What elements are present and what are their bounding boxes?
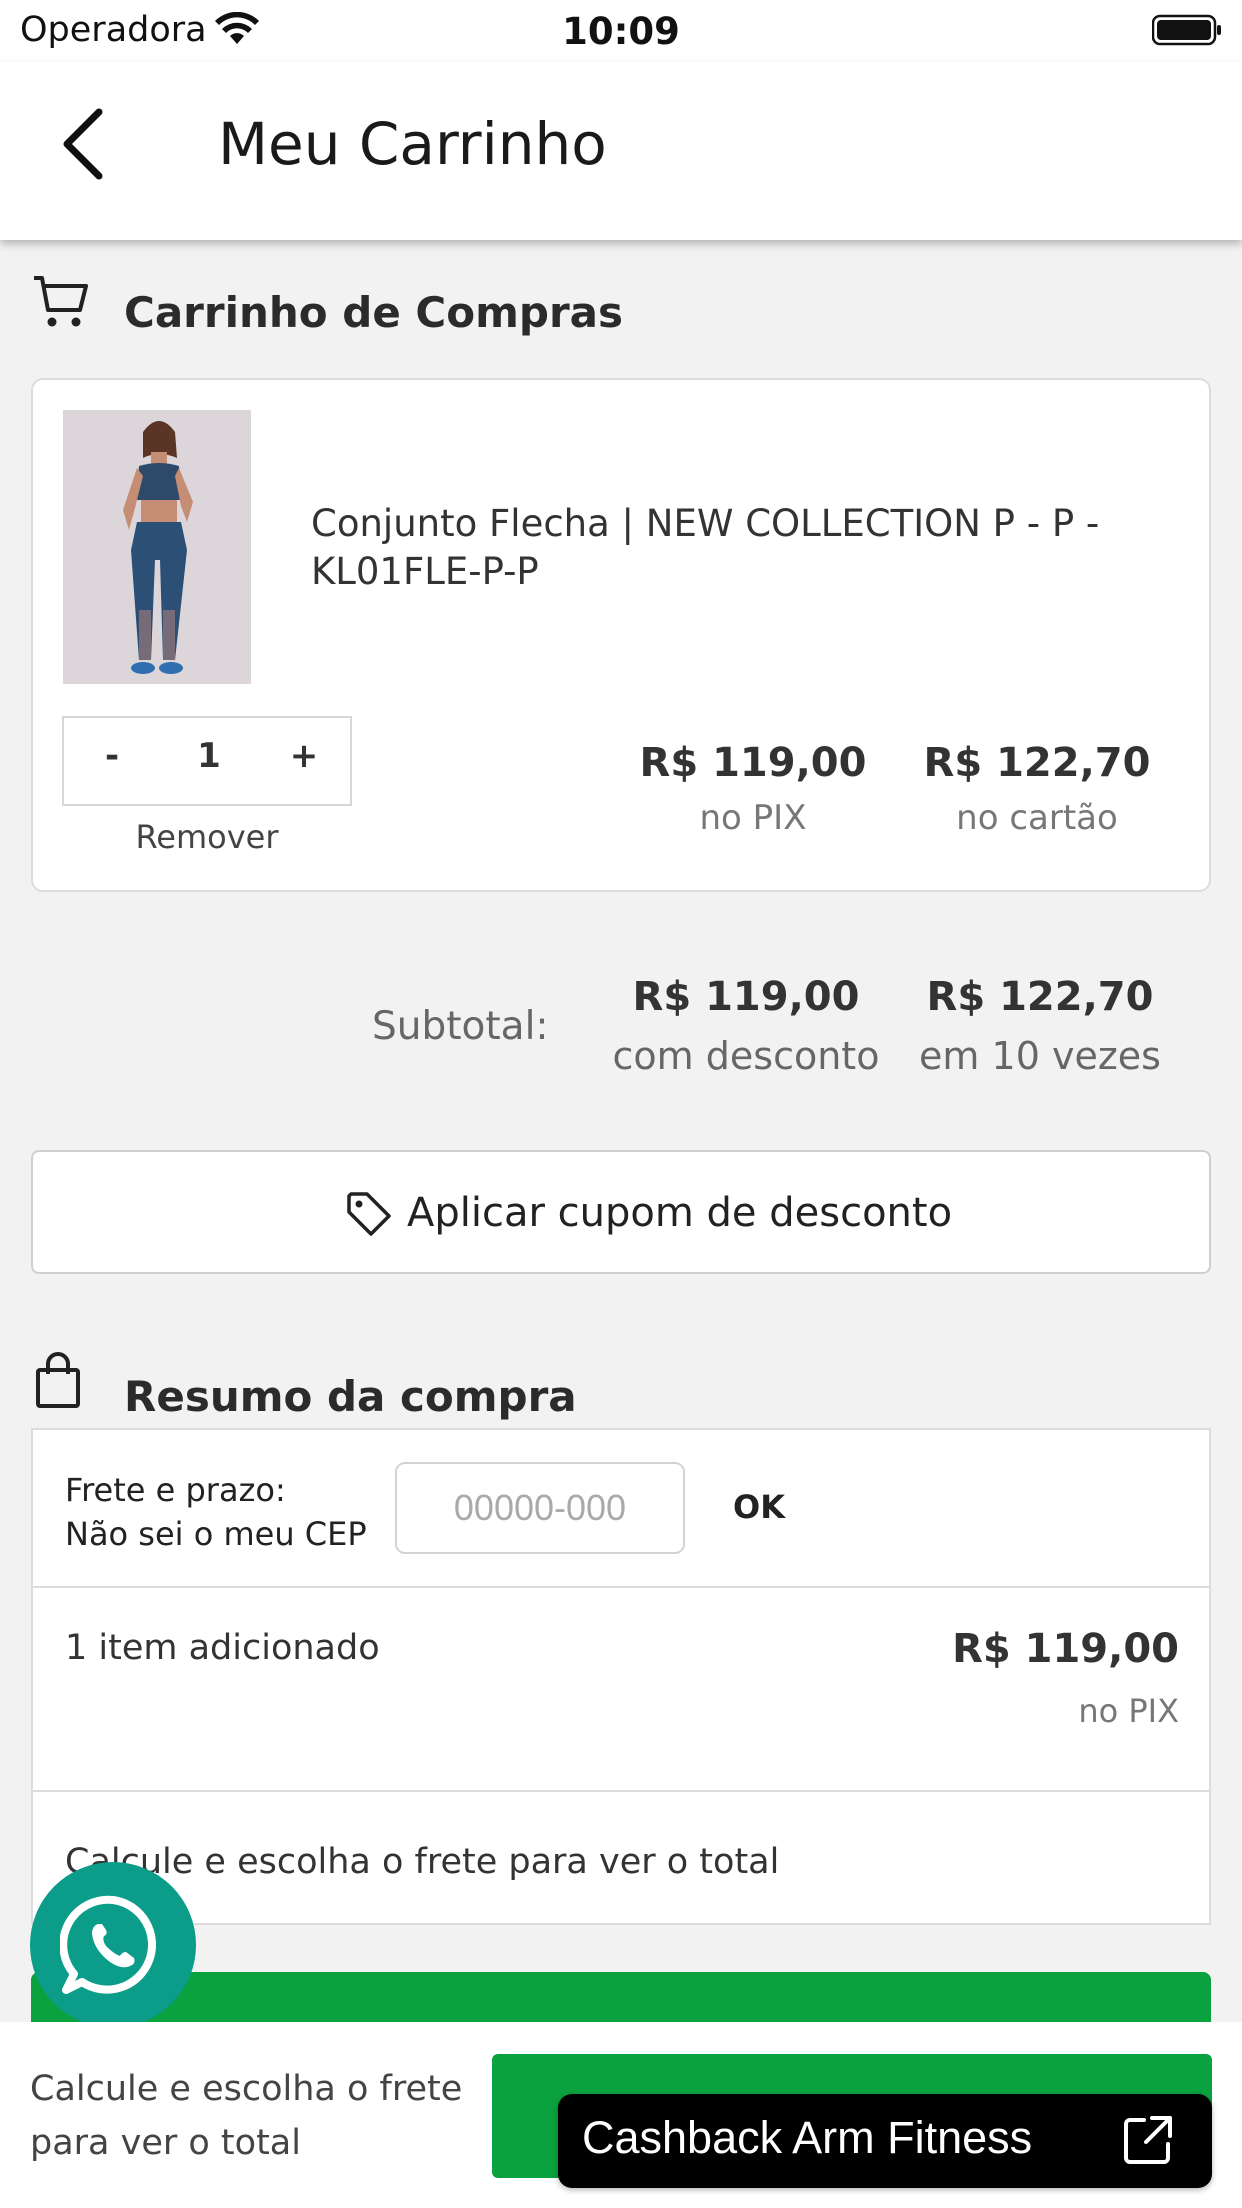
subtotal-discount-price: R$ 119,00 — [632, 974, 860, 1020]
card-price-block: R$ 122,70 no cartão — [907, 740, 1167, 838]
divider — [33, 1586, 1209, 1588]
cashback-label: Cashback Arm Fitness — [582, 2112, 1033, 2163]
whatsapp-icon — [60, 1895, 156, 1994]
battery-icon — [1152, 14, 1221, 46]
product-name[interactable]: Conjunto Flecha | NEW COLLECTION P - P -… — [311, 500, 1171, 596]
decrease-quantity-button[interactable]: - — [82, 736, 142, 776]
status-bar: Operadora 10:09 — [0, 0, 1242, 62]
back-arrow-icon[interactable] — [55, 104, 115, 184]
purchase-summary: Frete e prazo: Não sei o meu CEP OK 1 it… — [31, 1428, 1211, 1925]
product-photo — [63, 410, 251, 684]
card-price: R$ 122,70 — [923, 740, 1151, 786]
subtotal-label: Subtotal: — [372, 1004, 549, 1049]
page-title: Meu Carrinho — [218, 110, 607, 178]
subtotal-discount-block: R$ 119,00 com desconto — [586, 974, 906, 1078]
subtotal-installment-block: R$ 122,70 em 10 vezes — [880, 974, 1200, 1078]
summary-section-heading: Resumo da compra — [30, 1350, 630, 1421]
remove-item-link[interactable]: Remover — [62, 818, 352, 856]
footer-freight-note: Calcule e escolha o frete para ver o tot… — [30, 2069, 463, 2163]
cashback-button[interactable]: Cashback Arm Fitness — [558, 2094, 1212, 2188]
shopping-cart-icon — [34, 276, 88, 327]
increase-quantity-button[interactable]: + — [274, 736, 334, 776]
cep-input[interactable] — [395, 1462, 685, 1554]
freight-label-group: Frete e prazo: Não sei o meu CEP — [65, 1468, 367, 1556]
divider — [33, 1790, 1209, 1792]
cart-section-title: Carrinho de Compras — [124, 288, 623, 337]
apply-coupon-label: Aplicar cupom de desconto — [407, 1190, 953, 1236]
subtotal-installment-price: R$ 122,70 — [926, 974, 1154, 1020]
items-price-note: no PIX — [1078, 1692, 1179, 1730]
freight-label: Frete e prazo: — [65, 1471, 286, 1509]
subtotal-discount-note: com desconto — [612, 1034, 880, 1078]
app-header: Meu Carrinho — [0, 62, 1242, 240]
freight-calc-note: Calcule e escolha o frete para ver o tot… — [65, 1842, 780, 1882]
tag-icon — [347, 1192, 391, 1236]
pix-price-note: no PIX — [699, 798, 807, 838]
cart-item-card: Conjunto Flecha | NEW COLLECTION P - P -… — [31, 378, 1211, 892]
product-image[interactable] — [63, 410, 251, 684]
external-link-icon — [1124, 2116, 1172, 2164]
shopping-bag-icon — [36, 1352, 80, 1408]
subtotal-installment-note: em 10 vezes — [919, 1034, 1161, 1078]
clock: 10:09 — [562, 10, 680, 53]
apply-coupon-button[interactable]: Aplicar cupom de desconto — [31, 1150, 1211, 1274]
card-price-note: no cartão — [956, 798, 1118, 838]
pix-price: R$ 119,00 — [639, 740, 867, 786]
calculate-freight-button[interactable]: OK — [733, 1488, 785, 1526]
items-price: R$ 119,00 — [952, 1626, 1179, 1672]
quantity-stepper: - 1 + — [62, 716, 352, 806]
cart-section-heading: Carrinho de Compras — [30, 272, 630, 342]
pix-price-block: R$ 119,00 no PIX — [623, 740, 883, 838]
quantity-value: 1 — [197, 736, 221, 776]
items-count-label: 1 item adicionado — [65, 1628, 380, 1668]
summary-section-title: Resumo da compra — [124, 1372, 577, 1421]
unknown-cep-link[interactable]: Não sei o meu CEP — [65, 1512, 367, 1556]
whatsapp-button[interactable] — [30, 1862, 196, 2028]
